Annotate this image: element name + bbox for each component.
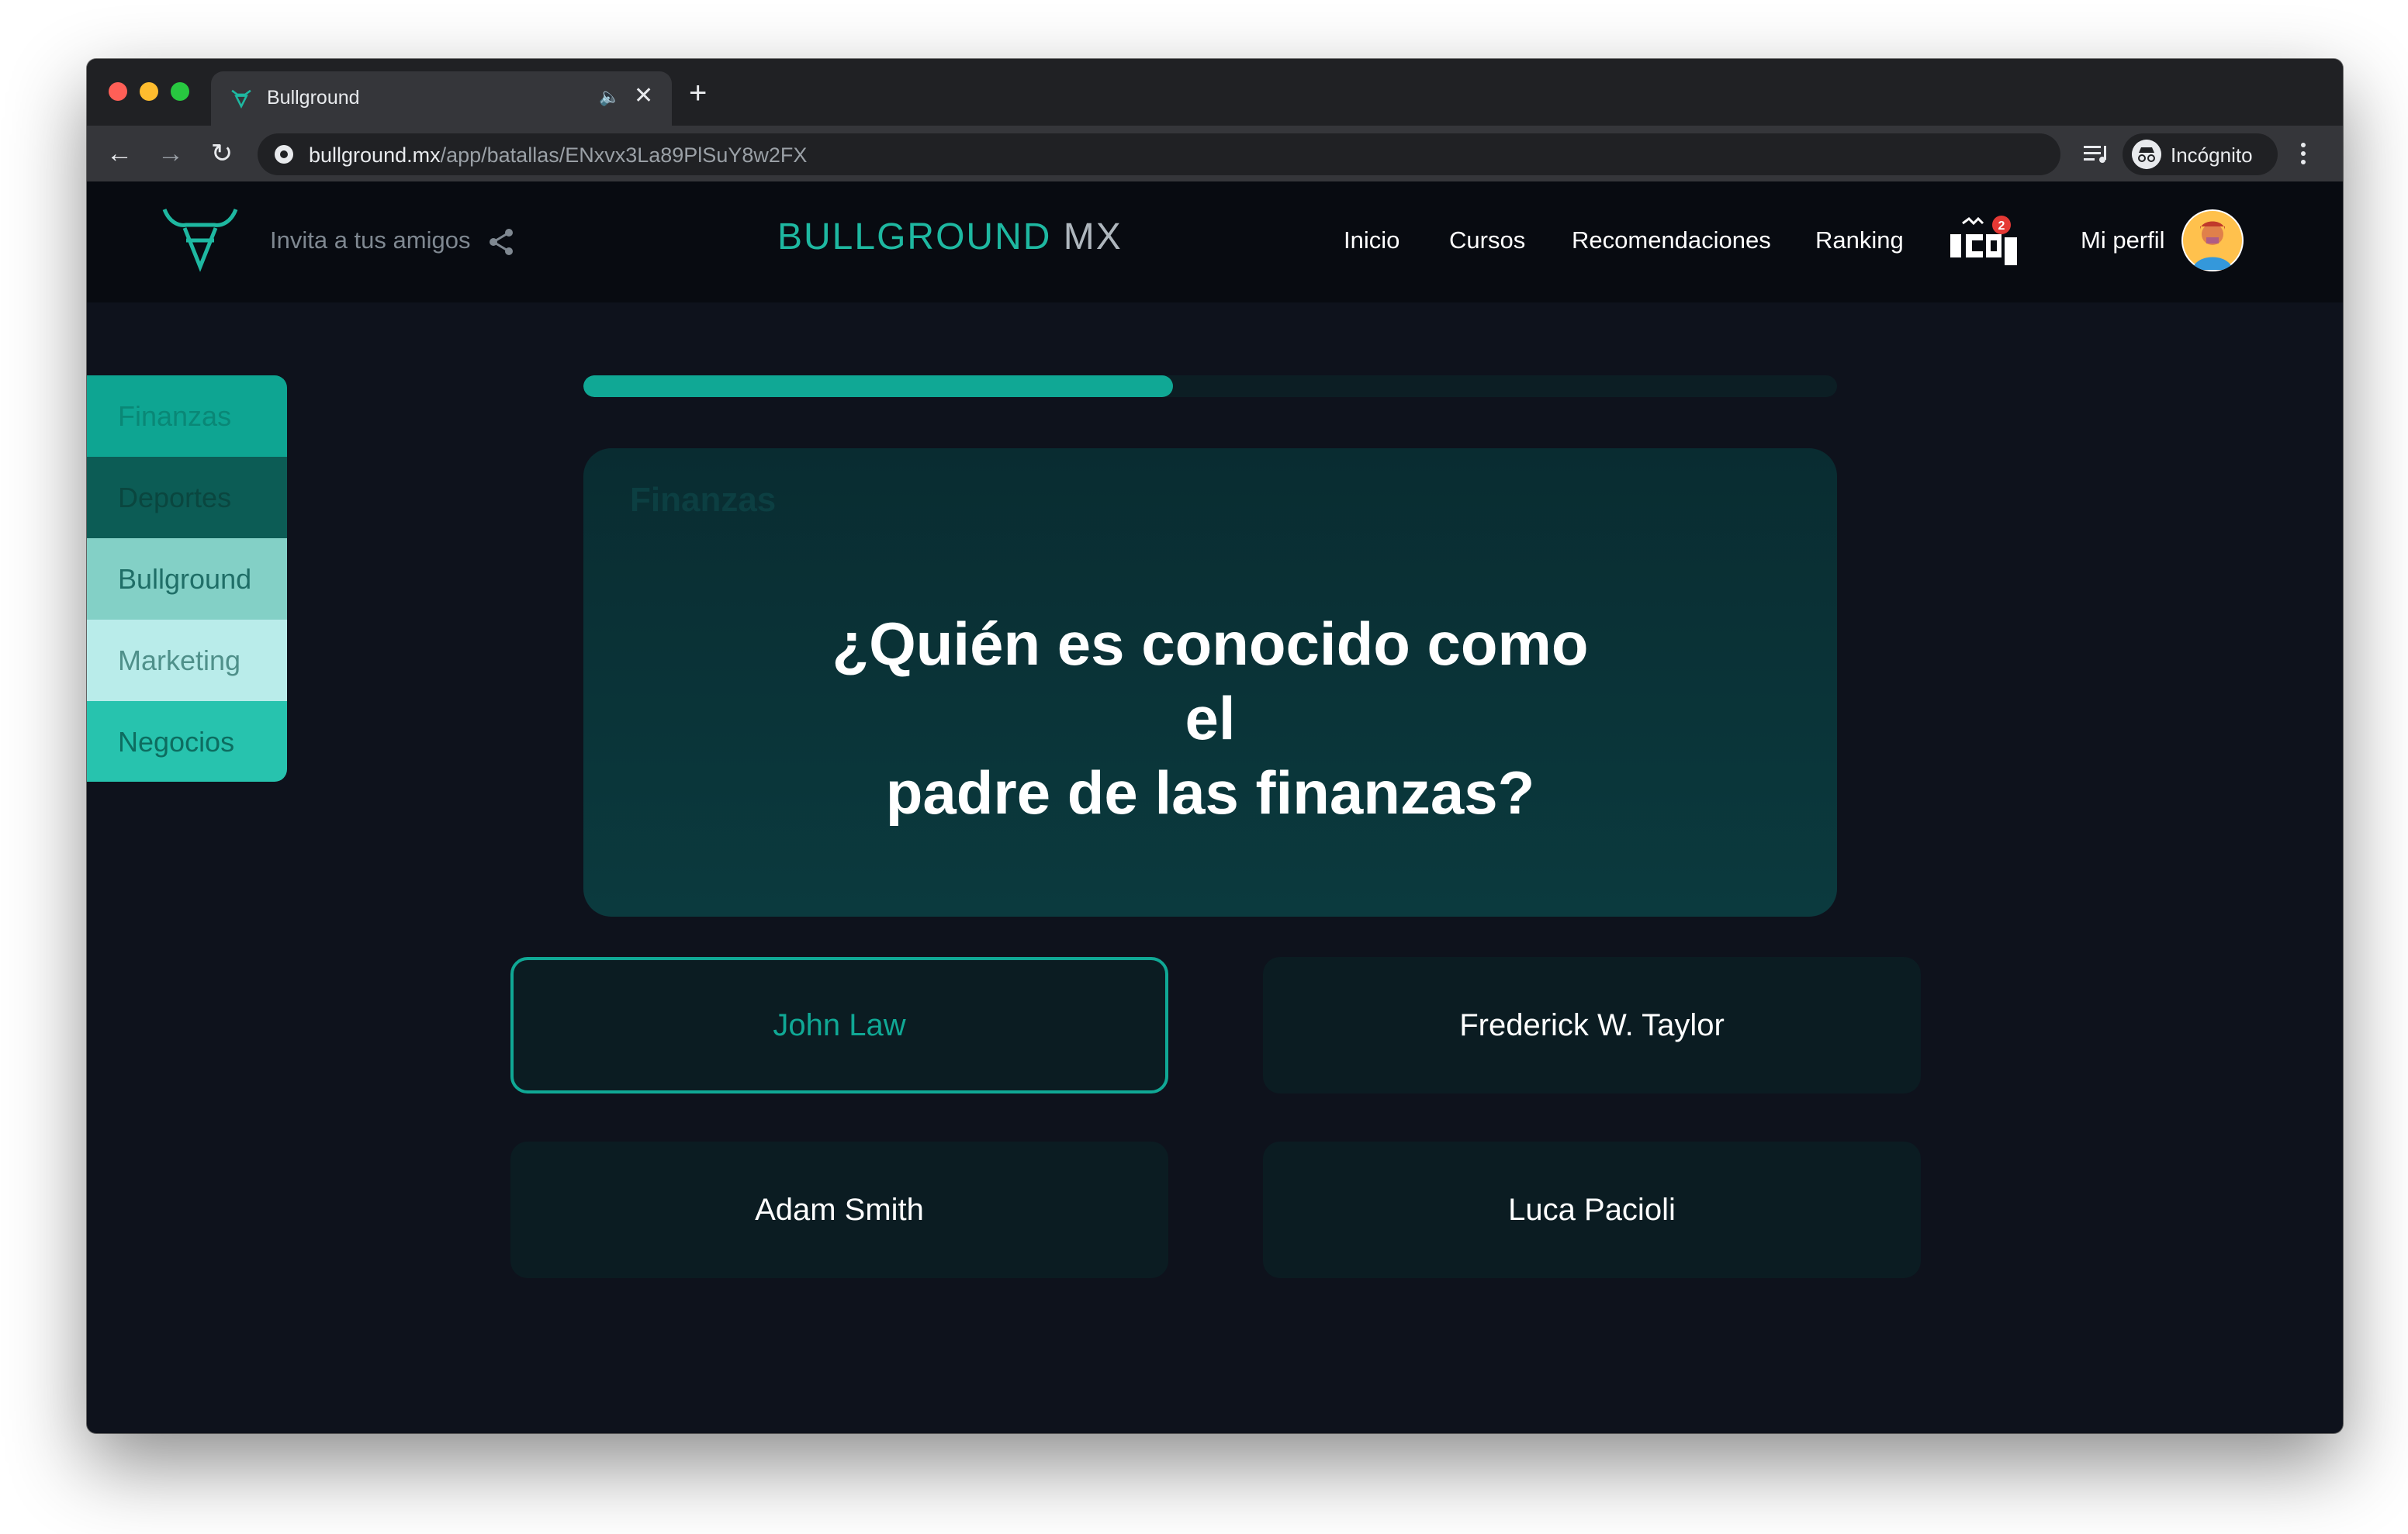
answer-option-1[interactable]: John Law [510, 957, 1168, 1093]
answer-option-4[interactable]: Luca Pacioli [1263, 1142, 1921, 1278]
avatar[interactable] [2181, 209, 2244, 271]
quiz-progress-bar [583, 375, 1837, 397]
url-path: /app/batallas/ENxvx3La89PlSuY8w2FX [440, 143, 808, 167]
bull-logo-icon[interactable] [161, 205, 239, 275]
incognito-indicator[interactable]: Incógnito [2123, 133, 2278, 175]
share-icon[interactable] [486, 226, 517, 257]
more-menu-icon[interactable] [2292, 136, 2315, 171]
category-marketing[interactable]: Marketing [87, 620, 287, 701]
incognito-icon [2132, 140, 2161, 169]
tab-bullground[interactable]: Bullground 🔈 ✕ [211, 71, 672, 126]
avatar-icon [2183, 211, 2242, 270]
close-window-button[interactable] [109, 82, 127, 101]
brand-primary: BULLGROUND [777, 216, 1052, 257]
site-info-icon[interactable] [273, 143, 295, 165]
media-control-icon[interactable] [2079, 136, 2113, 171]
question-card: Finanzas ¿Quién es conocido como el padr… [583, 448, 1837, 917]
nav-recomendaciones[interactable]: Recomendaciones [1572, 226, 1771, 254]
bull-logo-icon [231, 89, 251, 109]
minimize-window-button[interactable] [140, 82, 158, 101]
forward-arrow-icon[interactable]: → [154, 136, 188, 171]
invite-friends-link[interactable]: Invita a tus amigos [270, 226, 470, 254]
back-arrow-icon[interactable]: ← [102, 136, 137, 171]
brand-secondary: MX [1063, 216, 1123, 257]
maximize-window-button[interactable] [171, 82, 189, 101]
new-tab-button[interactable]: + [689, 78, 707, 109]
browser-window: Bullground 🔈 ✕ + ← → ↻ bullground.mx/app… [87, 59, 2343, 1433]
tab-title: Bullground [267, 87, 360, 109]
nav-ranking[interactable]: Ranking [1815, 226, 1904, 254]
brand-title: BULLGROUND MX [777, 216, 1123, 258]
nav-inicio[interactable]: Inicio [1344, 226, 1399, 254]
quiz-progress-fill [583, 375, 1173, 397]
tab-strip: Bullground 🔈 ✕ + [87, 59, 2343, 126]
speaker-icon[interactable]: 🔈 [599, 87, 620, 107]
address-url: bullground.mx/app/batallas/ENxvx3La89PlS… [309, 143, 807, 168]
nav-mi-perfil[interactable]: Mi perfil [2081, 226, 2165, 254]
address-bar[interactable]: bullground.mx/app/batallas/ENxvx3La89PlS… [258, 133, 2060, 175]
category-deportes[interactable]: Deportes [87, 457, 287, 538]
category-bullground[interactable]: Bullground [87, 538, 287, 620]
question-line-1: ¿Quién es conocido como el [832, 610, 1589, 752]
question-text: ¿Quién es conocido como el padre de las … [816, 606, 1604, 830]
notification-count: 2 [1998, 219, 2005, 233]
category-negocios[interactable]: Negocios [87, 701, 287, 782]
site-header: Invita a tus amigos BULLGROUND MX Inicio… [87, 181, 2343, 302]
browser-toolbar: ← → ↻ bullground.mx/app/batallas/ENxvx3L… [87, 126, 2343, 181]
category-sidebar: Finanzas Deportes Bullground Marketing N… [87, 375, 287, 782]
answer-option-3[interactable]: Adam Smith [510, 1142, 1168, 1278]
notifications-icon[interactable]: 2 [1947, 211, 2022, 270]
question-line-2: padre de las finanzas? [885, 758, 1535, 827]
close-icon[interactable]: ✕ [634, 82, 653, 109]
reload-icon[interactable]: ↻ [205, 136, 239, 171]
url-domain: bullground.mx [309, 143, 441, 167]
answer-option-2[interactable]: Frederick W. Taylor [1263, 957, 1921, 1093]
incognito-label: Incógnito [2171, 143, 2253, 167]
category-finanzas[interactable]: Finanzas [87, 375, 287, 457]
question-category: Finanzas [630, 481, 777, 519]
nav-cursos[interactable]: Cursos [1449, 226, 1525, 254]
